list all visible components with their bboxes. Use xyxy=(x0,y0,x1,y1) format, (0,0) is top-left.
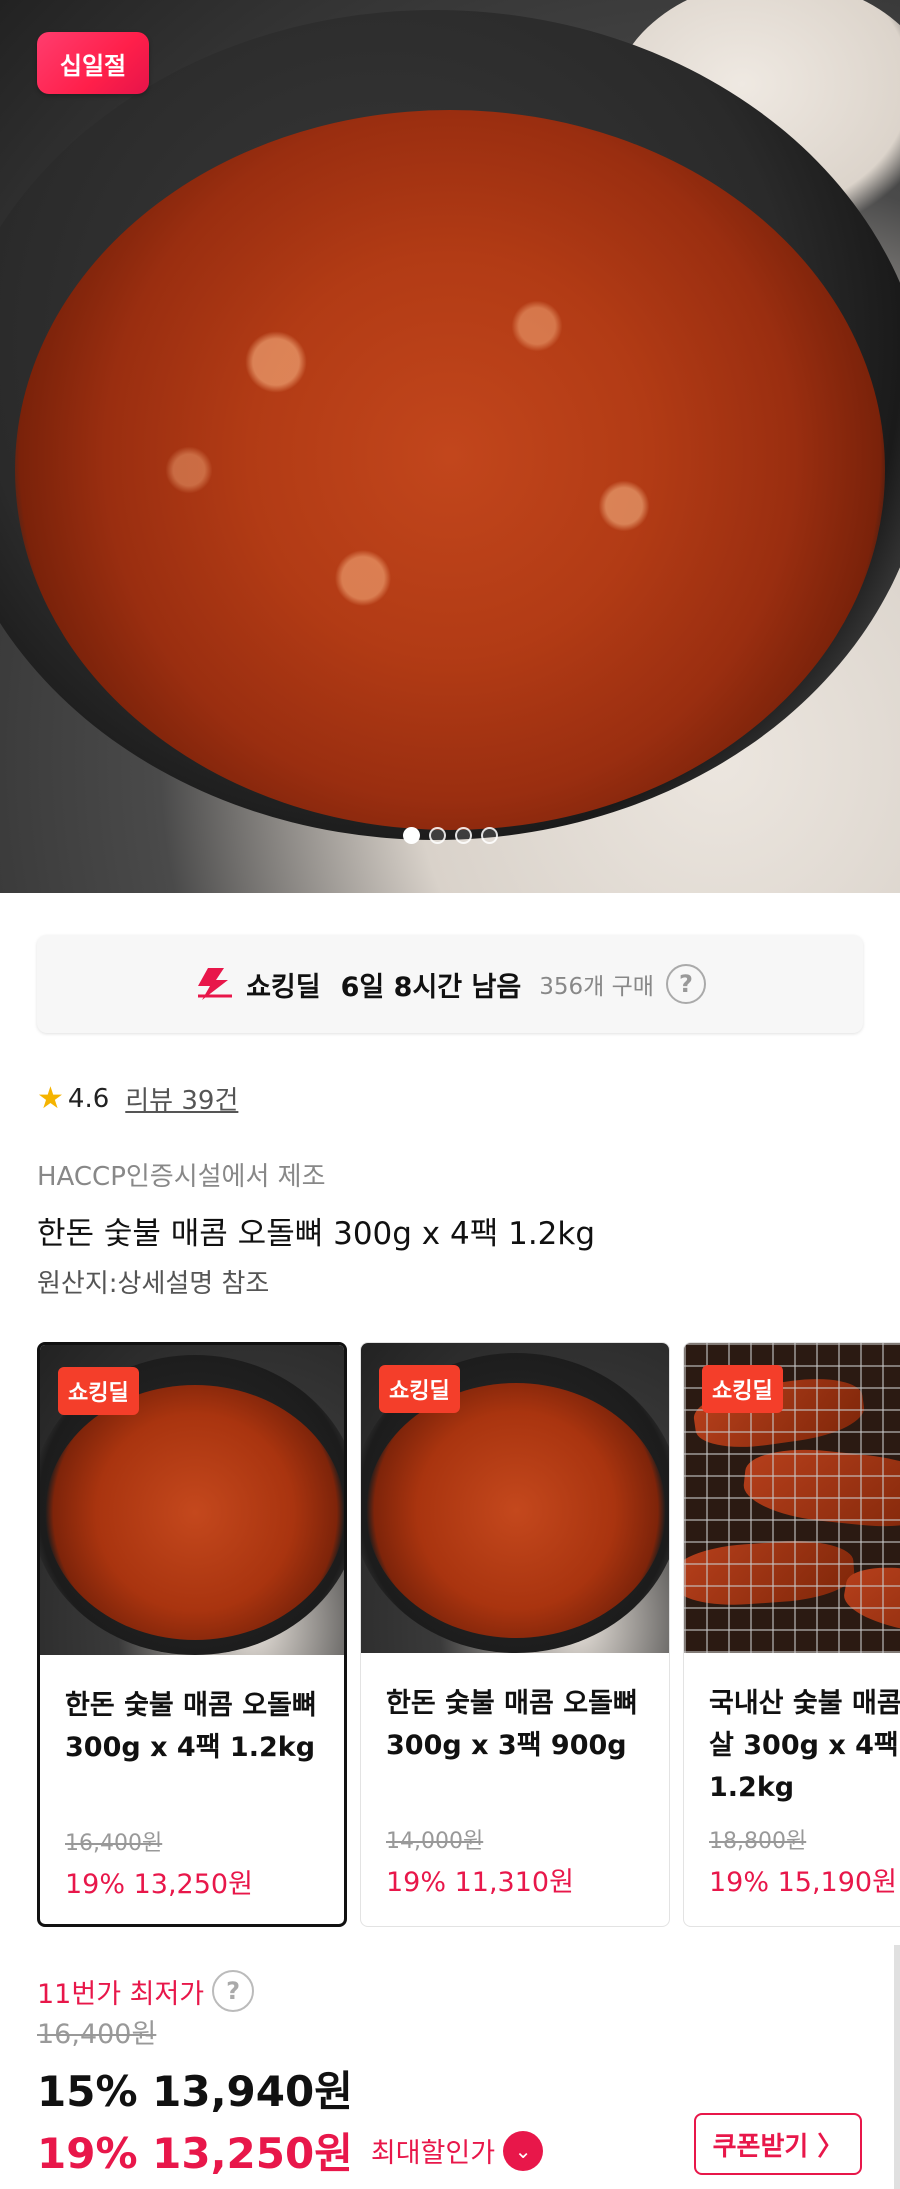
deal-remaining-time: 6일 8시간 남음 xyxy=(340,971,522,1003)
food-image xyxy=(15,110,885,830)
origin-text: 원산지:상세설명 참조 xyxy=(37,1269,270,1299)
option-card[interactable]: 쇼킹딜 국내산 숯불 매콤 닭목살 300g x 4팩 1.2kg 18,800… xyxy=(683,1342,900,1927)
option-card[interactable]: 쇼킹딜 한돈 숯불 매콤 오돌뼈 300g x 3팩 900g 14,000원 … xyxy=(360,1342,670,1927)
star-icon: ★ xyxy=(37,1081,64,1116)
original-price: 16,400원 xyxy=(37,2019,157,2050)
option-original-price: 14,000원 xyxy=(386,1829,484,1854)
option-original-price: 16,400원 xyxy=(65,1831,163,1856)
carousel-indicator xyxy=(0,827,900,844)
product-title: 한돈 숯불 매콤 오돌뼈 300g x 4팩 1.2kg xyxy=(37,1216,596,1252)
lowest-price-label-row: 11번가 최저가 ? xyxy=(37,1970,255,2012)
option-carousel[interactable]: 쇼킹딜 한돈 숯불 매콤 오돌뼈 300g x 4팩 1.2kg 16,400원… xyxy=(37,1342,900,1927)
rating-row: ★ 4.6 리뷰 39건 xyxy=(37,1080,238,1117)
max-discount-row: 19% 13,250원 최대할인가 ⌄ xyxy=(37,2120,544,2181)
option-name: 국내산 숯불 매콤 닭목살 300g x 4팩 1.2kg xyxy=(709,1688,900,1803)
deal-tag: 쇼킹딜 xyxy=(702,1365,783,1413)
deal-name: 쇼킹딜 xyxy=(246,971,321,1003)
option-name: 한돈 숯불 매콤 오돌뼈 300g x 3팩 900g xyxy=(386,1688,638,1761)
scrollbar[interactable] xyxy=(894,1945,900,2189)
carousel-dot[interactable] xyxy=(428,827,446,844)
coupon-button[interactable]: 쿠폰받기 〉 xyxy=(694,2113,862,2175)
certification-text: HACCP인증시설에서 제조 xyxy=(37,1162,326,1192)
max-discount-price: 19% 13,250원 xyxy=(37,2129,353,2178)
shocking-deal-logo-icon xyxy=(198,968,233,1000)
option-card[interactable]: 쇼킹딜 한돈 숯불 매콤 오돌뼈 300g x 4팩 1.2kg 16,400원… xyxy=(37,1342,347,1927)
review-link[interactable]: 리뷰 39건 xyxy=(125,1080,238,1117)
chevron-down-icon[interactable]: ⌄ xyxy=(503,2130,544,2171)
help-icon[interactable]: ? xyxy=(665,964,706,1004)
purchase-count: 356개 구매 xyxy=(539,974,654,1000)
max-discount-label[interactable]: 최대할인가 xyxy=(371,2131,495,2170)
option-original-price: 18,800원 xyxy=(709,1829,807,1854)
rating-score: 4.6 xyxy=(67,1083,110,1114)
option-sale-price: 19% 11,310원 xyxy=(386,1867,574,1898)
deal-tag: 쇼킹딜 xyxy=(379,1365,460,1413)
option-sale-price: 19% 15,190원 xyxy=(709,1867,897,1898)
option-name: 한돈 숯불 매콤 오돌뼈 300g x 4팩 1.2kg xyxy=(65,1690,317,1763)
event-badge: 십일절 xyxy=(37,32,149,94)
carousel-dot[interactable] xyxy=(480,827,498,844)
product-hero-image[interactable]: 십일절 xyxy=(0,0,900,893)
current-price: 15% 13,940원 xyxy=(37,2067,353,2116)
carousel-dot[interactable] xyxy=(454,827,472,844)
lowest-price-label: 11번가 최저가 xyxy=(37,1978,205,2010)
shocking-deal-bar: 쇼킹딜 6일 8시간 남음 356개 구매 ? xyxy=(37,935,863,1033)
option-sale-price: 19% 13,250원 xyxy=(65,1869,253,1900)
help-icon[interactable]: ? xyxy=(212,1970,255,2012)
carousel-dot[interactable] xyxy=(402,827,420,844)
deal-tag: 쇼킹딜 xyxy=(58,1367,139,1415)
